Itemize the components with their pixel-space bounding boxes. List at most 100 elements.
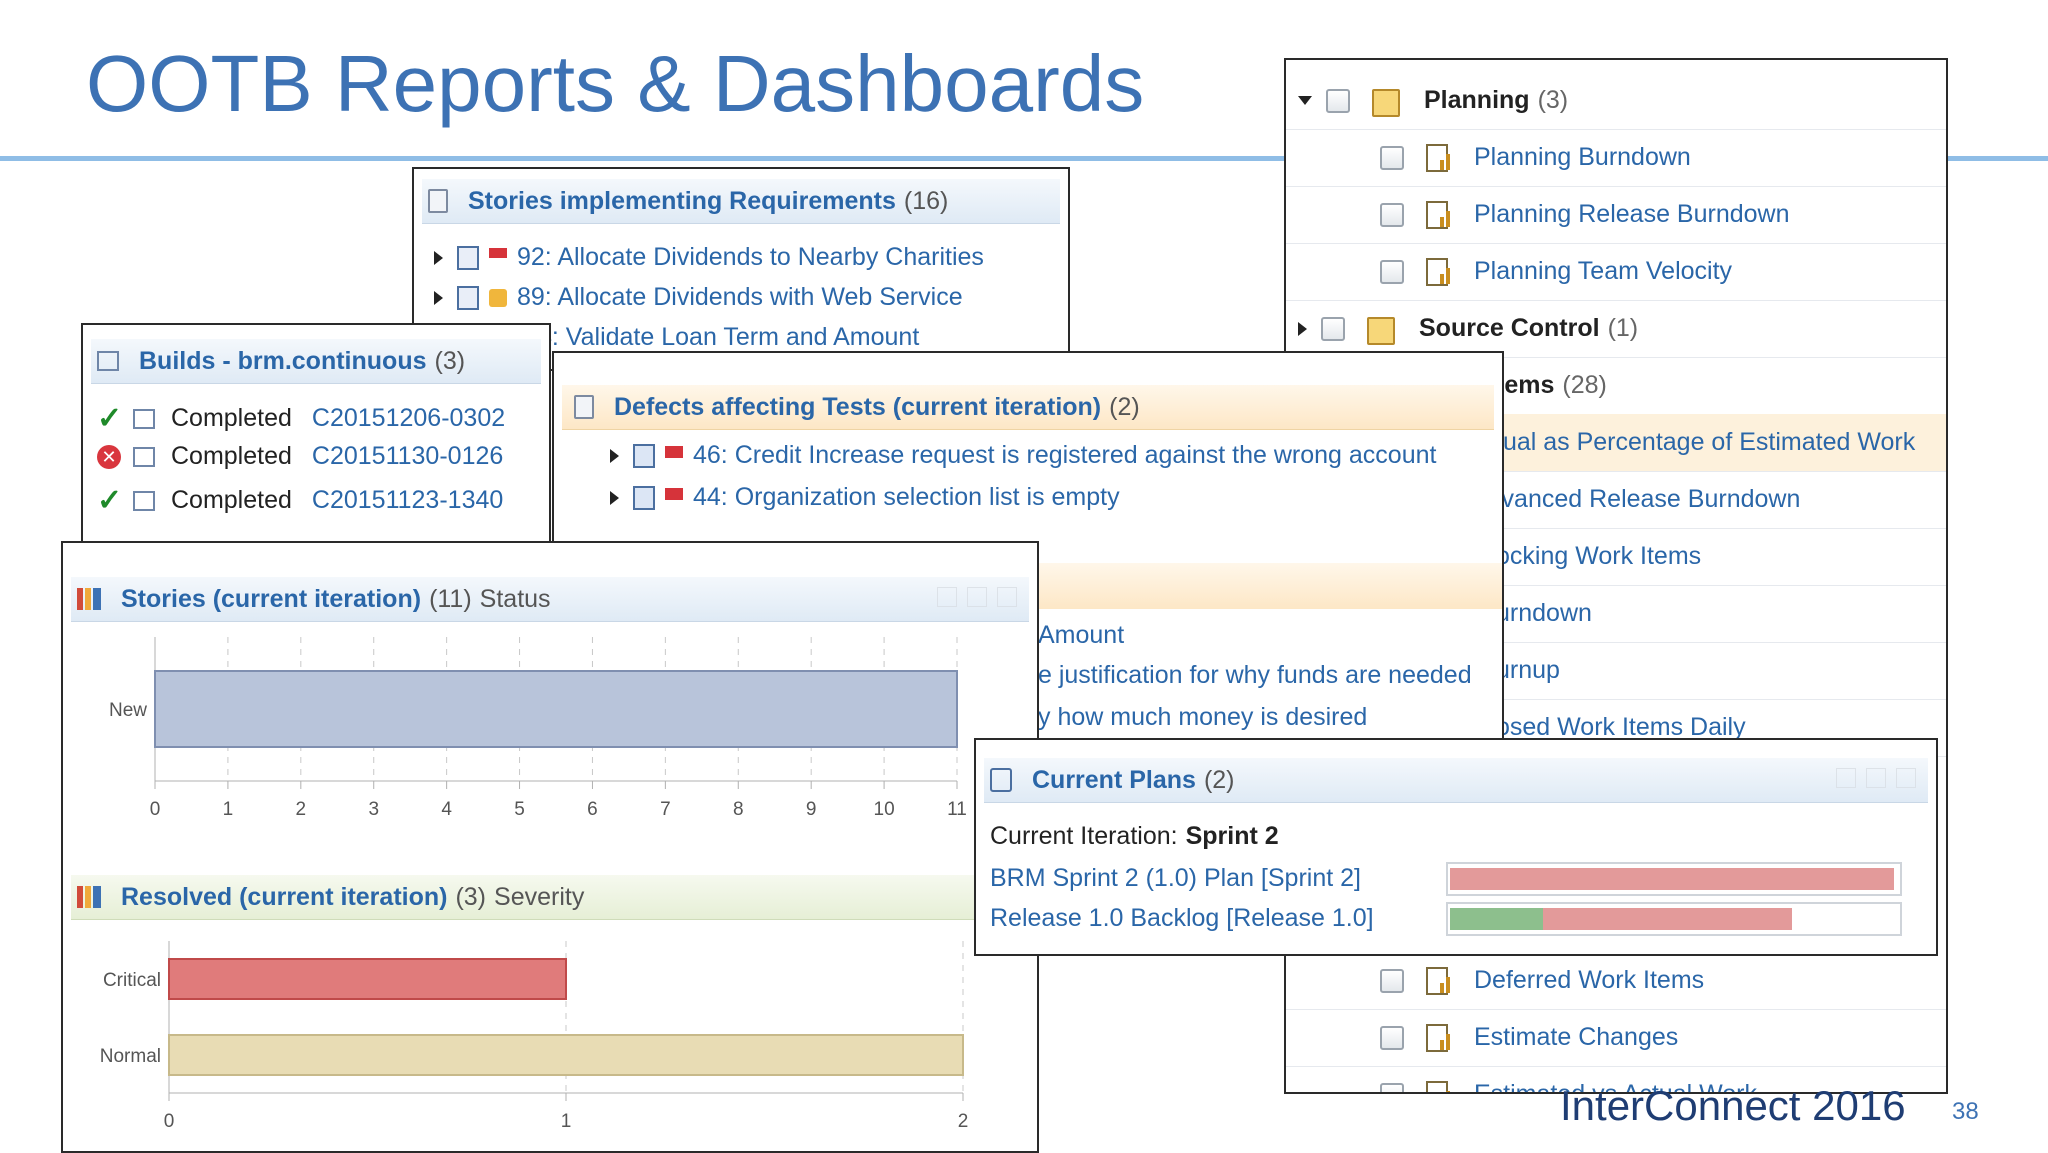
expand-arrow-icon[interactable] [610, 448, 619, 463]
checkbox[interactable] [1326, 88, 1350, 113]
bar-chart-icon [77, 588, 101, 610]
build-id-link[interactable]: C20151130-0126 [312, 442, 503, 471]
current-plans-widget: Current Plans (2) Current Iteration: Spr… [974, 738, 1938, 956]
stories-status-chart: 0 1 2 3 4 5 6 7 8 9 10 11 New [109, 637, 967, 820]
expand-arrow-icon[interactable] [434, 250, 443, 265]
tree-item-label: Estimate Changes [1474, 1023, 1679, 1051]
defect-icon [633, 443, 655, 468]
widget-count: (2) [1109, 392, 1140, 421]
x-tick-label: 8 [733, 799, 744, 820]
widget-title: Resolved (current iteration) [121, 882, 448, 911]
widget-group-by: Severity [494, 882, 585, 911]
tree-item-estimate-changes[interactable]: Estimate Changes [1286, 1009, 1946, 1067]
widget-header: Builds - brm.continuous (3) [91, 339, 541, 384]
x-tick-label: 6 [587, 799, 598, 820]
report-folder-icon [1367, 315, 1397, 345]
x-tick-label: 4 [441, 799, 452, 820]
list-item-label[interactable]: 92: Allocate Dividends to Nearby Chariti… [517, 243, 984, 272]
progress-open [1543, 908, 1792, 930]
checkbox[interactable] [1380, 1082, 1404, 1092]
checkbox[interactable] [1380, 145, 1404, 170]
x-tick-label: 2 [958, 1111, 969, 1132]
build-row[interactable]: ✓ Completed C20151123-1340 [97, 483, 503, 518]
checkbox[interactable] [1380, 202, 1404, 227]
maximize-icon[interactable] [1866, 768, 1886, 788]
checkbox[interactable] [1380, 1025, 1404, 1050]
x-tick-label: 0 [164, 1111, 175, 1132]
tree-item-planning-burndown[interactable]: Planning Burndown [1286, 129, 1946, 187]
list-item[interactable]: 89: Allocate Dividends with Web Service [434, 283, 963, 312]
plan-link[interactable]: Release 1.0 Backlog [Release 1.0] [990, 904, 1374, 933]
close-icon[interactable] [997, 587, 1017, 607]
bar [168, 958, 567, 1000]
widget-title: Builds - brm.continuous [139, 346, 427, 375]
tree-item-label: urnup [1496, 656, 1560, 684]
widget-count: (3) [455, 882, 487, 911]
expand-arrow-icon[interactable] [610, 490, 619, 505]
checkbox[interactable] [1380, 968, 1404, 993]
plan-row[interactable]: BRM Sprint 2 (1.0) Plan [Sprint 2] [990, 864, 1361, 893]
build-id-link[interactable]: C20151123-1340 [312, 486, 503, 515]
build-row[interactable]: ✓ Completed C20151206-0302 [97, 401, 505, 436]
tree-folder-source-control[interactable]: Source Control (1) [1286, 300, 1946, 358]
maximize-icon[interactable] [967, 587, 987, 607]
build-id-link[interactable]: C20151206-0302 [312, 404, 505, 433]
priority-high-icon [665, 445, 683, 458]
list-item-label[interactable]: 4: Validate Loan Term and Amount [538, 323, 919, 352]
report-icon [1426, 1023, 1452, 1052]
tree-item-label: lvanced Release Burndown [1496, 485, 1801, 513]
build-row[interactable]: ✕ Completed C20151130-0126 [97, 442, 503, 471]
tree-folder-planning[interactable]: Planning (3) [1286, 72, 1946, 130]
collapse-icon[interactable] [1836, 768, 1856, 788]
report-icon [1426, 143, 1452, 172]
list-item[interactable]: 46: Credit Increase request is registere… [610, 441, 1436, 470]
list-item-label[interactable]: 44: Organization selection list is empty [693, 483, 1120, 512]
collapse-icon[interactable] [937, 587, 957, 607]
chevron-right-icon[interactable] [1298, 321, 1307, 336]
progress-open [1450, 868, 1894, 890]
list-item[interactable]: 4: Validate Loan Term and Amount [538, 323, 919, 352]
plan-progress-bar [1446, 862, 1902, 896]
list-item-label[interactable]: 89: Allocate Dividends with Web Service [517, 283, 963, 312]
list-item-label[interactable]: y how much money is desired [1038, 703, 1367, 732]
tree-item-deferred-work-items[interactable]: Deferred Work Items [1286, 952, 1946, 1010]
x-tick-label: 1 [223, 799, 234, 820]
list-item[interactable]: e justification for why funds are needed [1038, 661, 1472, 690]
build-state: Completed [171, 404, 292, 432]
checkbox[interactable] [1321, 316, 1345, 341]
tree-item-planning-team-velocity[interactable]: Planning Team Velocity [1286, 243, 1946, 301]
list-item-label[interactable]: 46: Credit Increase request is registere… [693, 441, 1436, 470]
close-icon[interactable] [1896, 768, 1916, 788]
chevron-down-icon[interactable] [1298, 96, 1312, 105]
bar [168, 1034, 964, 1076]
plan-link[interactable]: BRM Sprint 2 (1.0) Plan [Sprint 2] [990, 864, 1361, 893]
tree-item-planning-release-burndown[interactable]: Planning Release Burndown [1286, 186, 1946, 244]
plan-row[interactable]: Release 1.0 Backlog [Release 1.0] [990, 904, 1374, 933]
list-item[interactable]: 44: Organization selection list is empty [610, 483, 1120, 512]
defect-icon [633, 485, 655, 510]
current-iteration-label: Current Iteration: [990, 822, 1178, 850]
check-icon: ✓ [97, 484, 123, 517]
y-category-label: Critical [103, 970, 161, 991]
tree-folder-count: (28) [1562, 371, 1607, 399]
priority-high-icon [665, 487, 683, 500]
y-category-label: Normal [100, 1046, 161, 1067]
list-item-label[interactable]: Amount [1038, 621, 1124, 650]
list-item[interactable]: 92: Allocate Dividends to Nearby Chariti… [434, 243, 984, 272]
builds-widget: Builds - brm.continuous (3) ✓ Completed … [81, 323, 551, 545]
resolved-severity-chart: 0 1 2 Critical Normal [100, 941, 969, 1132]
list-item-label[interactable]: e justification for why funds are needed [1038, 661, 1472, 690]
x-tick-label: 10 [874, 799, 895, 820]
list-item[interactable]: Amount [1038, 621, 1124, 650]
widget-header: Resolved (current iteration) (3) Severit… [71, 875, 1029, 920]
tree-folder-count: (1) [1607, 314, 1639, 342]
tree-folder-label: Source Control [1419, 314, 1600, 342]
checkbox[interactable] [1380, 259, 1404, 284]
tree-item-label: ocking Work Items [1496, 542, 1702, 570]
list-item[interactable]: y how much money is desired [1038, 703, 1367, 732]
expand-arrow-icon[interactable] [434, 290, 443, 305]
x-tick-label: 5 [514, 799, 525, 820]
current-iteration-value: Sprint 2 [1185, 822, 1279, 850]
x-tick-label: 2 [296, 799, 307, 820]
widget-title: Current Plans [1032, 765, 1196, 794]
